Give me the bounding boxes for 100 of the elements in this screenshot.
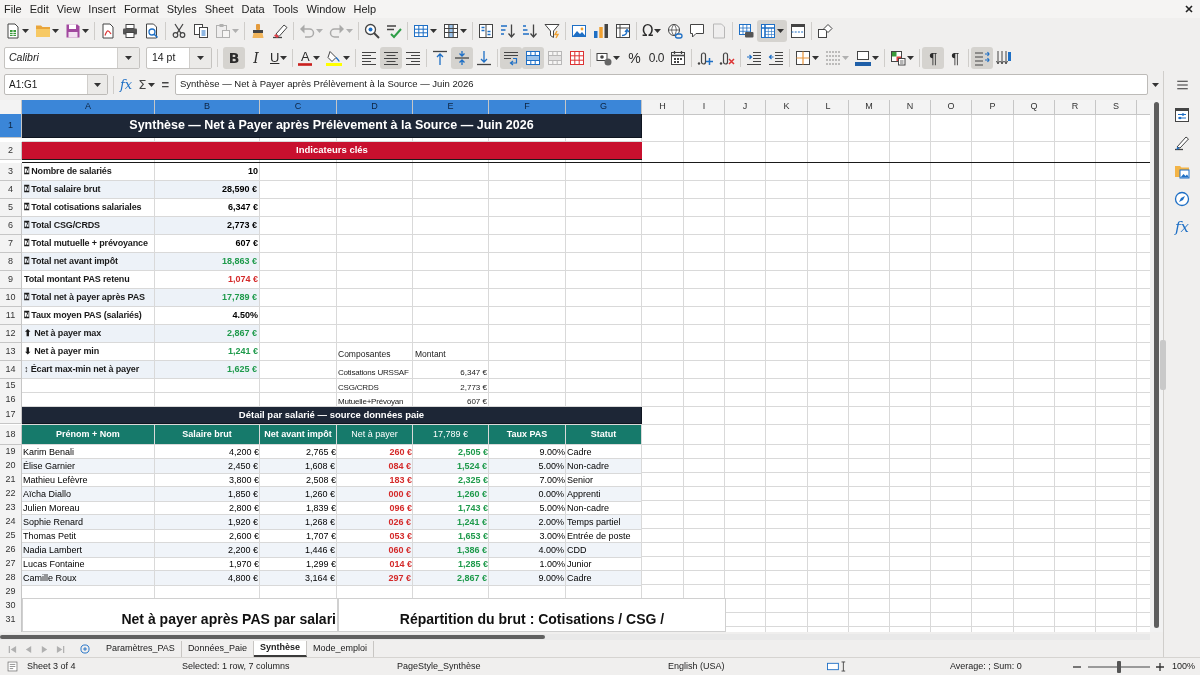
column-header[interactable]: D [337, 100, 413, 115]
function-wizard-button[interactable]: fx [118, 76, 135, 93]
language[interactable]: English (USA) [668, 660, 725, 671]
row-header[interactable]: 27 [0, 557, 22, 572]
menu-item[interactable]: Tools [268, 0, 303, 18]
merge-center-button[interactable] [522, 46, 545, 69]
formula-button[interactable]: = [159, 76, 171, 93]
column-header[interactable]: L [808, 100, 849, 115]
row-header[interactable]: 22 [0, 487, 22, 502]
row-header[interactable]: 25 [0, 529, 22, 544]
page-style[interactable]: PageStyle_Synthèse [397, 660, 481, 671]
column-header[interactable]: J [725, 100, 766, 115]
row-header[interactable]: 21 [0, 473, 22, 488]
column-header[interactable]: Q [1014, 100, 1055, 115]
dropdown-button[interactable] [189, 47, 211, 68]
row-header[interactable]: 23 [0, 501, 22, 516]
center-vertically-button[interactable] [451, 46, 474, 69]
menu-item[interactable]: Insert [84, 0, 120, 18]
row-header[interactable]: 8 [0, 253, 22, 271]
row-header[interactable]: 28 [0, 571, 22, 586]
row-header[interactable]: 20 [0, 459, 22, 474]
row-header[interactable]: 15 [0, 379, 22, 394]
menu-item[interactable]: Edit [25, 0, 53, 18]
row-header[interactable]: 31 [0, 613, 22, 628]
column-header[interactable]: F [489, 100, 566, 115]
percent-format-button[interactable]: % [623, 46, 646, 69]
left-to-right-button[interactable]: ¶ [922, 46, 945, 69]
menu-item[interactable]: Window [302, 0, 350, 18]
dropdown-button[interactable] [117, 47, 139, 68]
row-header[interactable]: 11 [0, 307, 22, 325]
column-header[interactable]: K [766, 100, 808, 115]
italic-button[interactable]: I [245, 46, 267, 69]
column-header[interactable]: B [155, 100, 260, 115]
underline-button[interactable]: U [267, 46, 291, 69]
font-name-field[interactable]: Calibri [4, 46, 140, 69]
row-header[interactable]: 29 [0, 585, 22, 600]
column-header[interactable]: N [890, 100, 931, 115]
column-header[interactable]: H [642, 100, 684, 115]
special-character-button[interactable]: Ω [639, 20, 665, 42]
close-document-button[interactable] [1184, 4, 1194, 14]
row-header[interactable]: 9 [0, 271, 22, 289]
row-header[interactable]: 1 [0, 114, 22, 138]
number-format-button[interactable]: 0.0 [645, 46, 668, 69]
column-header[interactable]: A [22, 100, 155, 115]
row-header[interactable]: 5 [0, 199, 22, 217]
sidebar-handle[interactable] [1160, 340, 1166, 390]
formula-input[interactable]: Synthèse — Net à Payer après Prélèvement à la Source — Juin 2026 [174, 74, 1148, 95]
right-to-left-button[interactable]: ¶ [944, 46, 967, 69]
zoom-level[interactable]: 100% [1172, 659, 1196, 674]
row-header[interactable]: 26 [0, 543, 22, 558]
row-header[interactable]: 18 [0, 425, 22, 445]
sum-button[interactable]: Σ [136, 76, 158, 93]
menu-item[interactable]: Data [237, 0, 269, 18]
horizontal-scrollbar[interactable] [0, 633, 1150, 640]
font-color-button[interactable]: A [295, 46, 324, 69]
font-size-field[interactable]: 14 pt [146, 46, 212, 69]
row-header[interactable]: 10 [0, 289, 22, 307]
row-header[interactable]: 2 [0, 142, 22, 161]
row-header[interactable]: 7 [0, 235, 22, 253]
menu-item[interactable]: Help [349, 0, 381, 18]
scrollbar-thumb[interactable] [1154, 102, 1159, 628]
column-header[interactable]: R [1055, 100, 1096, 115]
menu-item[interactable]: Format [119, 0, 163, 18]
menu-item[interactable]: File [0, 0, 26, 18]
column-header[interactable]: I [684, 100, 725, 115]
zoom-in-button[interactable] [1154, 660, 1166, 673]
row-header[interactable]: 24 [0, 515, 22, 530]
row-header[interactable]: 4 [0, 181, 22, 199]
menu-item[interactable]: Styles [162, 0, 201, 18]
column-header[interactable]: M [849, 100, 890, 115]
sheet-tab[interactable]: Synthèse [253, 641, 307, 657]
column-header[interactable]: O [931, 100, 972, 115]
row-header[interactable]: 16 [0, 393, 22, 408]
align-center-button[interactable] [380, 46, 403, 69]
bold-button[interactable]: B [223, 46, 245, 69]
functions-button[interactable]: fx [1169, 213, 1195, 241]
freeze-panes-button[interactable] [757, 20, 788, 42]
menu-item[interactable]: View [52, 0, 85, 18]
row-header[interactable]: 6 [0, 217, 22, 235]
row-header[interactable]: 14 [0, 361, 22, 379]
row-header[interactable]: 12 [0, 325, 22, 343]
slider-thumb[interactable] [1117, 660, 1121, 673]
row-header[interactable]: 30 [0, 599, 22, 614]
scrollbar-thumb[interactable] [0, 634, 545, 639]
column-header[interactable]: S [1096, 100, 1137, 115]
row-header[interactable]: 17 [0, 407, 22, 424]
text-direction-button[interactable] [971, 46, 994, 69]
wrap-text-button[interactable] [500, 46, 523, 69]
dropdown-button[interactable] [87, 75, 107, 94]
column-header[interactable]: E [413, 100, 489, 115]
row-header[interactable]: 3 [0, 163, 22, 181]
menu-item[interactable]: Sheet [200, 0, 238, 18]
add-sheet-button[interactable] [78, 642, 92, 656]
column-header[interactable]: P [972, 100, 1014, 115]
column-header[interactable]: G [566, 100, 642, 115]
name-box[interactable]: A1:G1 [4, 74, 108, 95]
row-header[interactable]: 19 [0, 445, 22, 460]
vertical-scrollbar[interactable] [1150, 100, 1163, 632]
column-header[interactable]: C [260, 100, 337, 115]
row-header[interactable]: 13 [0, 343, 22, 361]
